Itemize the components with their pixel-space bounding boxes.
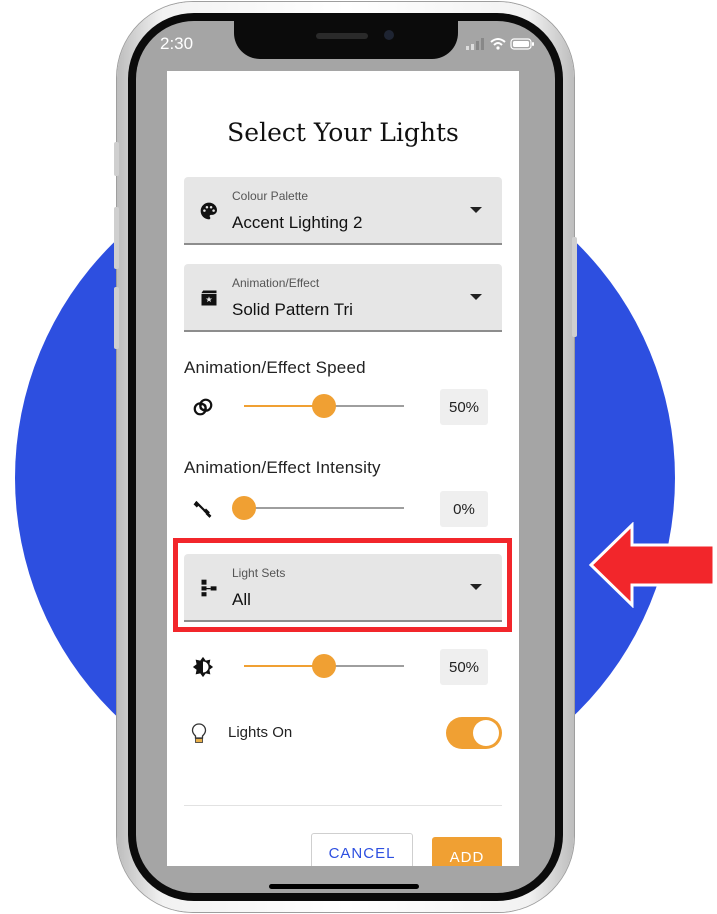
brightness-icon bbox=[192, 656, 214, 678]
intensity-slider-row: 0% bbox=[184, 491, 502, 527]
brightness-value[interactable]: 50% bbox=[440, 649, 488, 685]
battery-icon bbox=[510, 38, 534, 50]
volume-up-button bbox=[114, 207, 119, 269]
add-button[interactable]: ADD bbox=[432, 837, 502, 866]
intensity-value[interactable]: 0% bbox=[440, 491, 488, 527]
home-indicator bbox=[269, 884, 419, 889]
power-button bbox=[572, 237, 577, 337]
dialog-title: Select Your Lights bbox=[227, 118, 459, 147]
volume-down-button bbox=[114, 287, 119, 349]
intensity-slider[interactable] bbox=[232, 496, 404, 520]
speaker-grille bbox=[316, 33, 368, 39]
highlight-box bbox=[173, 538, 512, 632]
lights-on-label: Lights On bbox=[228, 724, 293, 741]
notch bbox=[234, 21, 458, 59]
dropdown-arrow-icon bbox=[470, 294, 482, 300]
intensity-label: Animation/Effect Intensity bbox=[184, 458, 381, 477]
animation-effect-select[interactable]: Animation/Effect Solid Pattern Tri bbox=[184, 264, 502, 332]
lights-on-row: Lights On bbox=[184, 715, 502, 751]
brightness-slider-row: 50% bbox=[184, 649, 502, 685]
brightness-slider[interactable] bbox=[244, 654, 404, 678]
speed-label: Animation/Effect Speed bbox=[184, 358, 366, 377]
intensity-slider-thumb[interactable] bbox=[232, 496, 256, 520]
lights-on-toggle[interactable] bbox=[446, 717, 502, 749]
phone-frame: 2:30 Select Your Lights Colour Palette A… bbox=[114, 2, 577, 912]
front-camera bbox=[384, 30, 394, 40]
pointer-arrow-icon bbox=[588, 522, 716, 608]
animation-effect-label: Animation/Effect bbox=[232, 276, 320, 290]
speed-slider[interactable] bbox=[244, 394, 404, 418]
divider bbox=[184, 805, 502, 806]
status-icons bbox=[466, 38, 534, 50]
speed-slider-thumb[interactable] bbox=[312, 394, 336, 418]
toggle-knob bbox=[473, 720, 499, 746]
colour-palette-value: Accent Lighting 2 bbox=[232, 213, 363, 232]
dumbbell-icon bbox=[193, 500, 212, 518]
select-lights-dialog: Select Your Lights Colour Palette Accent… bbox=[167, 71, 519, 866]
lightbulb-icon bbox=[191, 723, 207, 743]
cancel-button[interactable]: CANCEL bbox=[311, 833, 413, 866]
movie-icon bbox=[201, 290, 217, 306]
phone-screen: 2:30 Select Your Lights Colour Palette A… bbox=[136, 21, 555, 893]
wifi-icon bbox=[490, 38, 506, 50]
animation-effect-value: Solid Pattern Tri bbox=[232, 300, 353, 319]
status-time: 2:30 bbox=[160, 34, 194, 53]
palette-icon bbox=[200, 202, 217, 220]
speed-slider-row: 50% bbox=[184, 389, 502, 425]
dropdown-arrow-icon bbox=[470, 207, 482, 213]
brightness-slider-thumb[interactable] bbox=[312, 654, 336, 678]
mute-switch bbox=[114, 142, 119, 176]
signal-icon bbox=[466, 38, 484, 50]
colour-palette-select[interactable]: Colour Palette Accent Lighting 2 bbox=[184, 177, 502, 245]
speed-value[interactable]: 50% bbox=[440, 389, 488, 425]
rings-icon bbox=[193, 398, 213, 416]
colour-palette-label: Colour Palette bbox=[232, 189, 309, 203]
